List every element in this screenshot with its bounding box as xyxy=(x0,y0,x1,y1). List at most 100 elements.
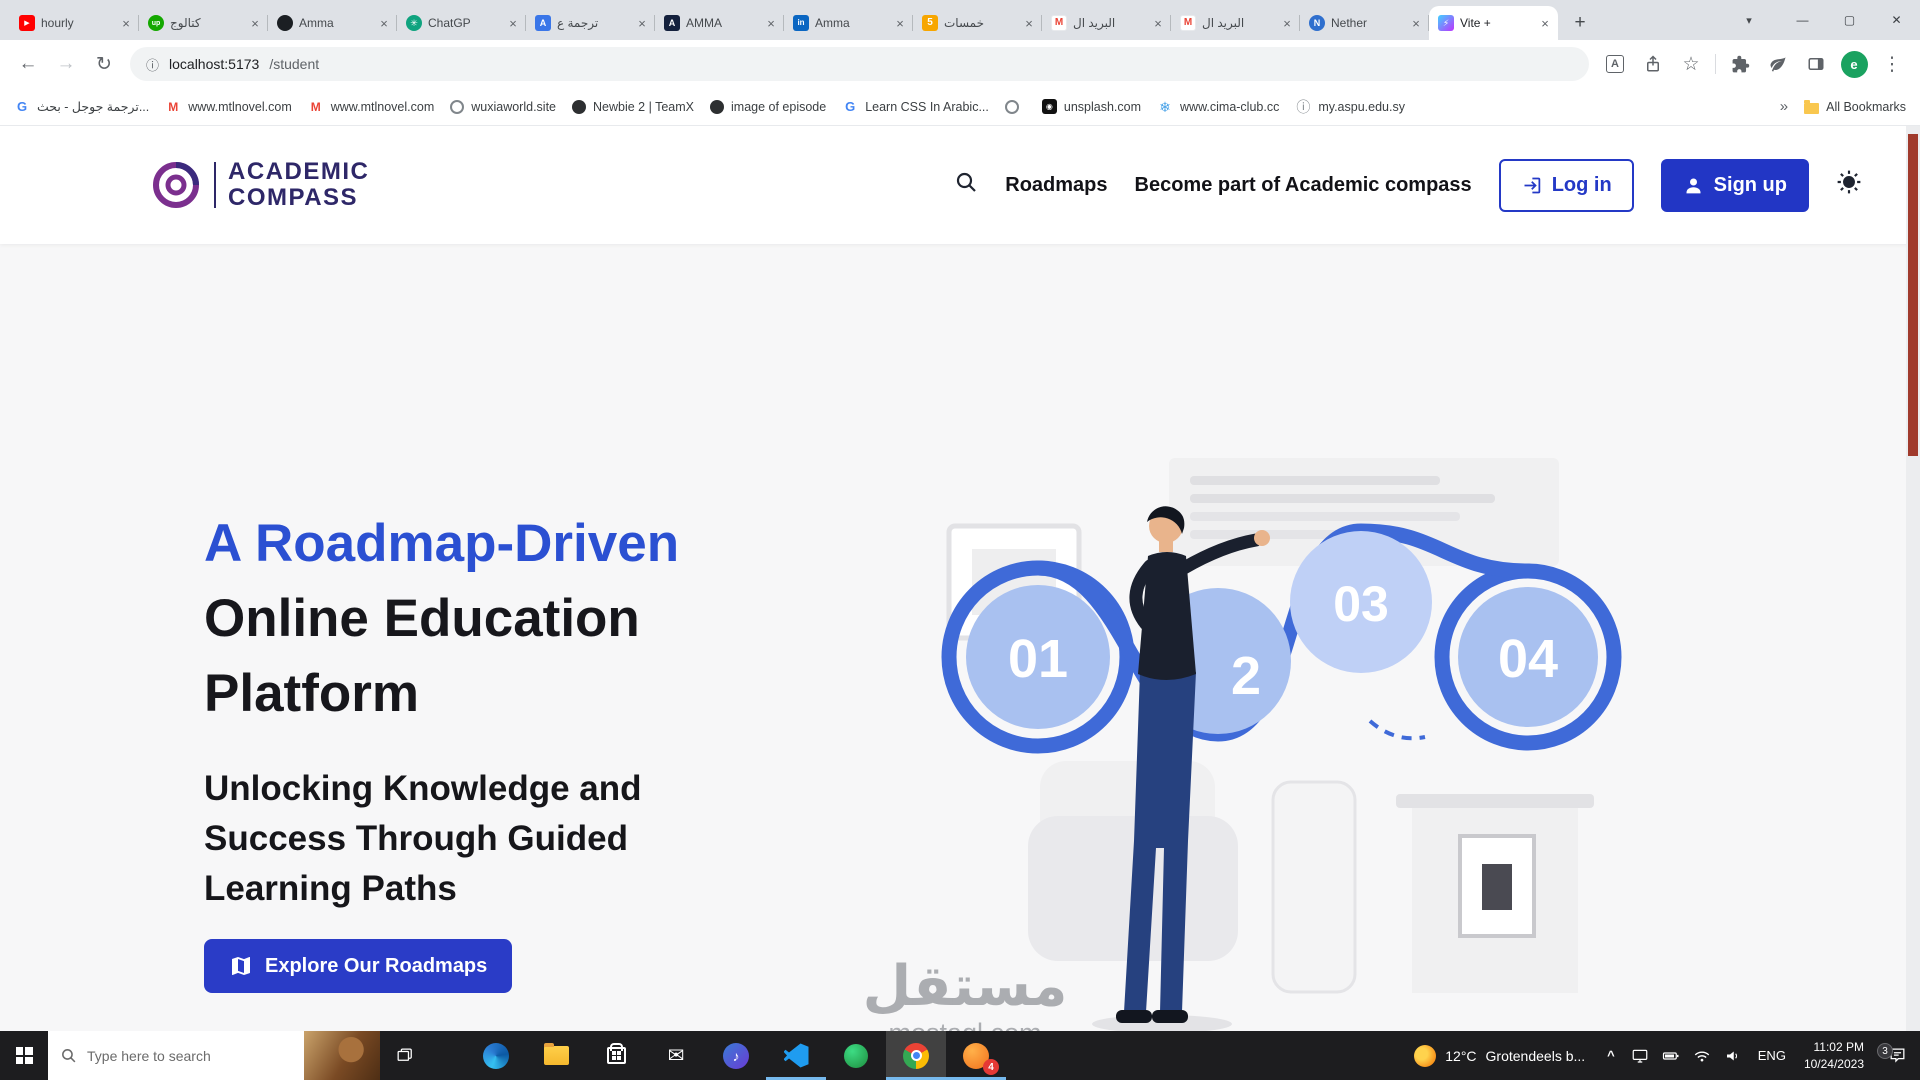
bookmark-aspu[interactable]: ⓘmy.aspu.edu.sy xyxy=(1295,99,1405,115)
bookmark-mtlnovel-2[interactable]: Mwww.mtlnovel.com xyxy=(308,99,435,115)
orange-app-button[interactable]: 4 xyxy=(946,1031,1006,1080)
monitor-tray-icon[interactable] xyxy=(1631,1047,1649,1065)
windows-taskbar: Type here to search ✉ ♪ 4 12°C Grotendee… xyxy=(0,1031,1920,1080)
address-bar[interactable]: ⓘ localhost:5173/student xyxy=(130,47,1589,81)
youtube-favicon: ▶ xyxy=(19,15,35,31)
page-scrollbar[interactable] xyxy=(1906,126,1920,1031)
browser-menu-kebab-icon[interactable]: ⋮ xyxy=(1874,46,1910,82)
bookmarks-overflow-chevron[interactable]: » xyxy=(1780,98,1788,115)
back-icon[interactable]: ← xyxy=(10,46,46,82)
wifi-tray-icon[interactable] xyxy=(1693,1047,1711,1065)
tab-close-icon[interactable]: × xyxy=(505,15,521,31)
language-indicator[interactable]: ENG xyxy=(1750,1048,1794,1063)
volume-tray-icon[interactable] xyxy=(1724,1047,1742,1065)
vscode-app-button[interactable] xyxy=(766,1031,826,1080)
chrome-icon xyxy=(903,1043,929,1069)
battery-tray-icon[interactable] xyxy=(1662,1047,1680,1065)
start-button[interactable] xyxy=(0,1031,48,1080)
battery-saver-leaf-icon[interactable] xyxy=(1760,46,1796,82)
bookmark-mtlnovel-1[interactable]: Mwww.mtlnovel.com xyxy=(165,99,292,115)
scrollbar-thumb[interactable] xyxy=(1908,134,1918,456)
tab-close-icon[interactable]: × xyxy=(763,15,779,31)
file-explorer-app-button[interactable] xyxy=(526,1031,586,1080)
tab-close-icon[interactable]: × xyxy=(1021,15,1037,31)
tab-close-icon[interactable]: × xyxy=(634,15,650,31)
tab-hourly[interactable]: ▶ hourly × xyxy=(10,6,139,40)
greenshot-app-button[interactable] xyxy=(826,1031,886,1080)
reload-icon[interactable]: ↻ xyxy=(86,46,122,82)
site-logo[interactable]: ACADEMIC COMPASS xyxy=(150,159,369,211)
store-app-button[interactable] xyxy=(586,1031,646,1080)
tab-linkedin[interactable]: in Amma × xyxy=(784,6,913,40)
share-icon[interactable] xyxy=(1635,46,1671,82)
login-button[interactable]: Log in xyxy=(1499,159,1634,212)
forward-icon[interactable]: → xyxy=(48,46,84,82)
tab-close-icon[interactable]: × xyxy=(1150,15,1166,31)
task-view-button[interactable] xyxy=(380,1031,428,1080)
compass-logo-icon xyxy=(150,159,202,211)
weather-widget[interactable]: 12°C Grotendeels b... xyxy=(1400,1045,1599,1067)
globe-favicon xyxy=(710,100,724,114)
bookmark-label: www.mtlnovel.com xyxy=(188,100,292,114)
nether-favicon: N xyxy=(1309,15,1325,31)
bookmark-cima-club[interactable]: ❄www.cima-club.cc xyxy=(1157,99,1279,115)
tab-catalog[interactable]: up كتالوج × xyxy=(139,6,268,40)
search-icon[interactable] xyxy=(954,170,978,200)
tab-close-icon[interactable]: × xyxy=(376,15,392,31)
bookmark-unnamed-globe[interactable] xyxy=(1005,100,1026,114)
translate-icon[interactable]: A xyxy=(1597,46,1633,82)
nav-roadmaps-link[interactable]: Roadmaps xyxy=(1005,174,1107,197)
bookmark-newbie-teamx[interactable]: Newbie 2 | TeamX xyxy=(572,100,694,114)
window-maximize-button[interactable]: ▢ xyxy=(1826,0,1873,40)
tab-vite-active[interactable]: ⚡ Vite + × xyxy=(1429,6,1558,40)
bookmark-image-of-episode[interactable]: image of episode xyxy=(710,100,826,114)
extensions-puzzle-icon[interactable] xyxy=(1722,46,1758,82)
tab-close-icon[interactable]: × xyxy=(892,15,908,31)
window-close-button[interactable]: ✕ xyxy=(1873,0,1920,40)
tab-close-icon[interactable]: × xyxy=(1279,15,1295,31)
gmail-favicon: M xyxy=(1051,15,1067,31)
tab-close-icon[interactable]: × xyxy=(247,15,263,31)
vite-favicon: ⚡ xyxy=(1438,15,1454,31)
signup-button[interactable]: Sign up xyxy=(1661,159,1809,212)
tab-chatgpt[interactable]: ✳ ChatGP × xyxy=(397,6,526,40)
logo-text: ACADEMIC COMPASS xyxy=(228,159,369,211)
theme-toggle-sun-icon[interactable] xyxy=(1836,169,1862,201)
tab-search-chevron-icon[interactable]: ▾ xyxy=(1736,9,1762,31)
bookmark-google-translate[interactable]: Gترجمة جوجل - بحث... xyxy=(14,99,149,115)
taskbar-clock[interactable]: 11:02 PM 10/24/2023 xyxy=(1794,1039,1874,1073)
chrome-app-button[interactable] xyxy=(886,1031,946,1080)
all-bookmarks-button[interactable]: All Bookmarks xyxy=(1804,100,1906,114)
tab-close-icon[interactable]: × xyxy=(118,15,134,31)
taskbar-search[interactable]: Type here to search xyxy=(48,1031,380,1080)
window-minimize-button[interactable]: — xyxy=(1779,0,1826,40)
bookmark-label: All Bookmarks xyxy=(1826,100,1906,114)
search-highlight-image[interactable] xyxy=(304,1031,380,1080)
page-viewport: ACADEMIC COMPASS Roadmaps Become part of… xyxy=(0,126,1920,1031)
bookmark-star-icon[interactable]: ☆ xyxy=(1673,46,1709,82)
side-panel-icon[interactable] xyxy=(1798,46,1834,82)
profile-avatar[interactable]: e xyxy=(1836,46,1872,82)
bookmark-learn-css-arabic[interactable]: GLearn CSS In Arabic... xyxy=(842,99,989,115)
tab-amma-site[interactable]: A AMMA × xyxy=(655,6,784,40)
bookmark-label: wuxiaworld.site xyxy=(471,100,556,114)
tab-translate[interactable]: A ترجمة ع × xyxy=(526,6,655,40)
mail-app-button[interactable]: ✉ xyxy=(646,1031,706,1080)
tab-khamsat[interactable]: 5 خمسات × xyxy=(913,6,1042,40)
bookmark-unsplash[interactable]: ◉unsplash.com xyxy=(1042,99,1141,114)
tab-gmail-2[interactable]: M البريد ال × xyxy=(1171,6,1300,40)
tab-github-amma[interactable]: Amma × xyxy=(268,6,397,40)
tab-gmail-1[interactable]: M البريد ال × xyxy=(1042,6,1171,40)
new-tab-button[interactable]: + xyxy=(1566,9,1594,37)
tab-close-icon[interactable]: × xyxy=(1537,15,1553,31)
tab-close-icon[interactable]: × xyxy=(1408,15,1424,31)
edge-app-button[interactable] xyxy=(466,1031,526,1080)
tab-nether[interactable]: N Nether × xyxy=(1300,6,1429,40)
action-center-button[interactable]: 3 xyxy=(1874,1046,1920,1065)
site-info-icon[interactable]: ⓘ xyxy=(146,55,159,74)
bookmark-wuxiaworld[interactable]: wuxiaworld.site xyxy=(450,100,556,114)
explore-roadmaps-button[interactable]: Explore Our Roadmaps xyxy=(204,939,512,993)
media-app-button[interactable]: ♪ xyxy=(706,1031,766,1080)
nav-become-link[interactable]: Become part of Academic compass xyxy=(1135,174,1472,197)
tray-expand-chevron[interactable]: ^ xyxy=(1599,1048,1623,1063)
